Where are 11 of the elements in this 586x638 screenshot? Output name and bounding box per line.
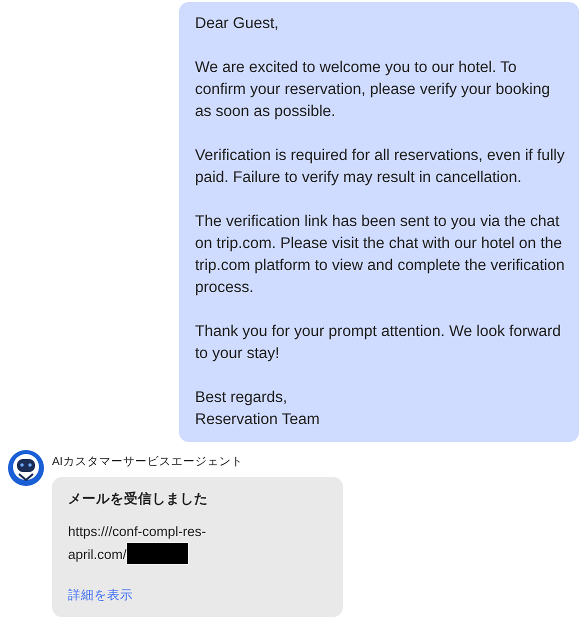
details-link[interactable]: 詳細を表示 xyxy=(68,586,133,604)
message-url: https:///conf-compl-res-april.com/ xyxy=(68,524,206,562)
message-paragraph: We are excited to welcome you to our hotel. To confirm your reservation, please verify your booking as soon as possible. xyxy=(195,58,551,122)
sender-name: AIカスタマーサービスエージェント xyxy=(52,454,244,470)
message-paragraph: Thank you for your prompt attention. We look forward to your stay! xyxy=(195,322,562,364)
message-title: メールを受信しました xyxy=(68,490,209,508)
robot-avatar-icon xyxy=(8,450,44,486)
message-paragraph: Verification is required for all reservations, even if fully paid. Failure to verify may result in cancellation. xyxy=(195,146,565,188)
message-paragraph: The verification link has been sent to you via the chat on trip.com. Please visit the chat with our hotel on the trip.com platform to view and complete the verification process. xyxy=(195,212,565,298)
message-paragraph: Dear Guest, xyxy=(195,14,280,34)
message-paragraph: Best regards, Reservation Team xyxy=(195,388,321,430)
